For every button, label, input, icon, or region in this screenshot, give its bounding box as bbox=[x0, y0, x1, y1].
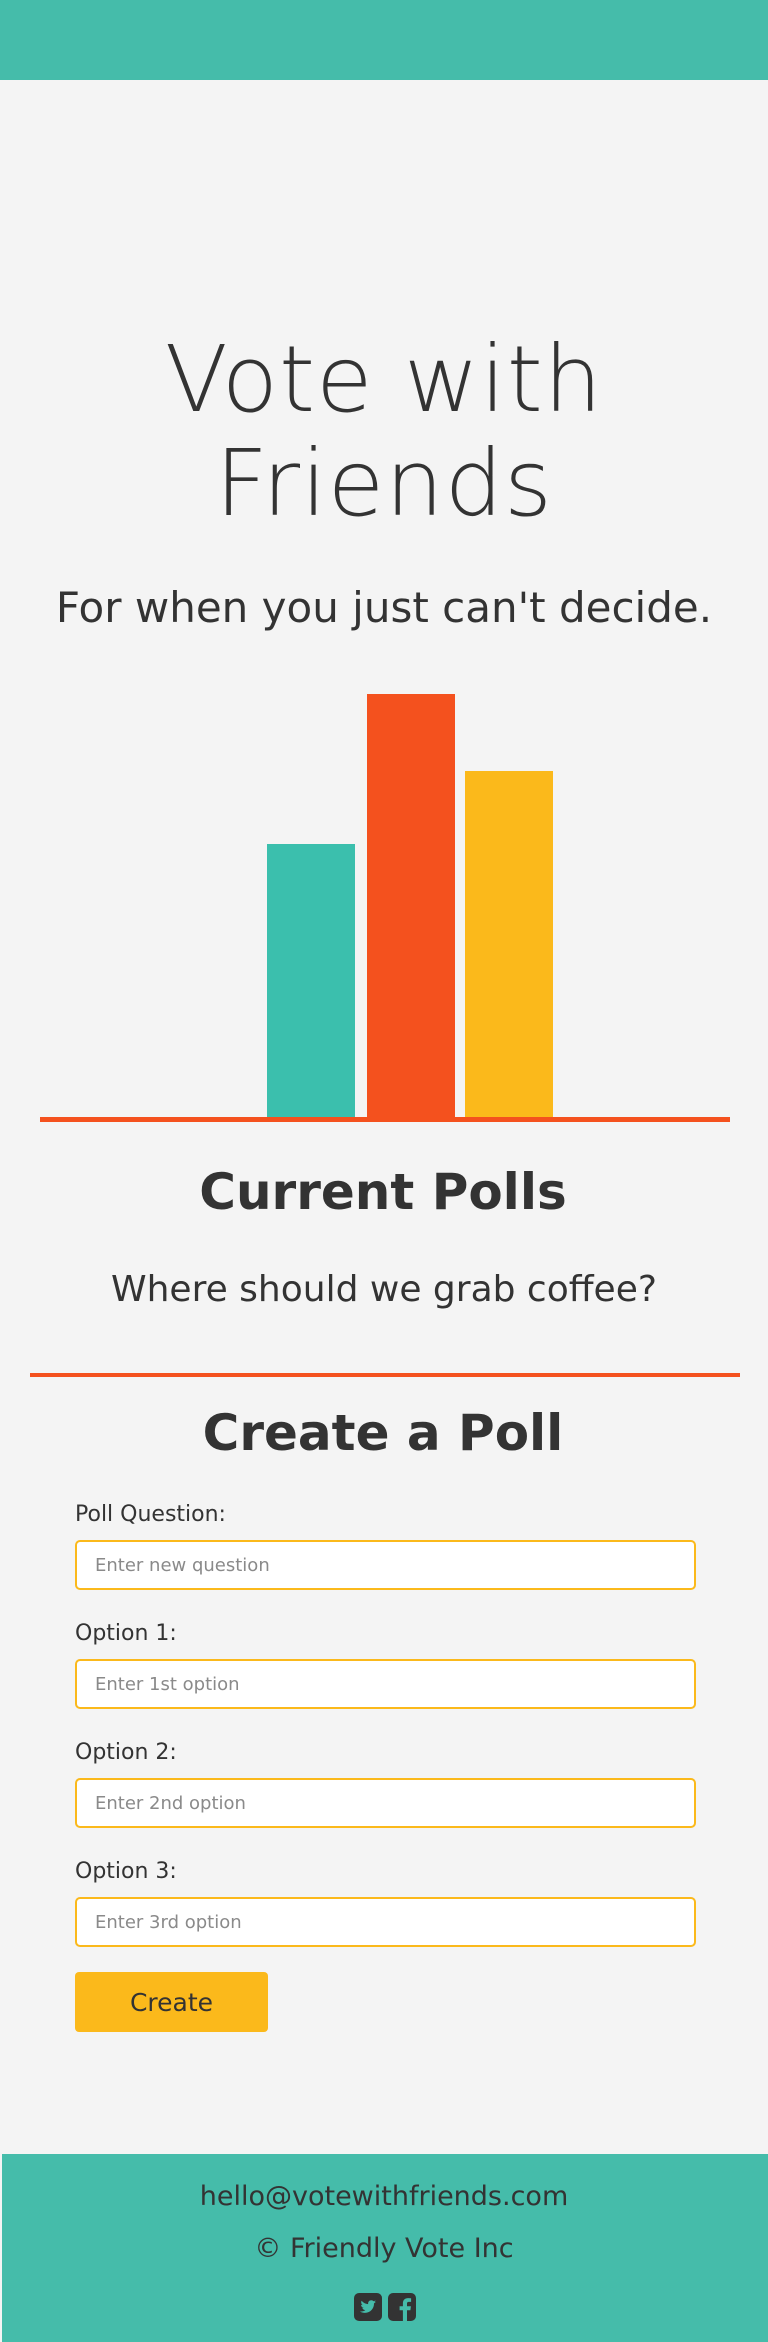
hero-bar-orange bbox=[367, 694, 455, 1122]
hero-baseline bbox=[40, 1117, 730, 1122]
facebook-icon[interactable] bbox=[388, 2293, 416, 2321]
hero-subtitle: For when you just can't decide. bbox=[55, 583, 713, 632]
option-3-input[interactable] bbox=[75, 1897, 696, 1947]
poll-question-label: Poll Question: bbox=[75, 1502, 226, 1527]
hero-bar-yellow bbox=[465, 771, 553, 1122]
poll-link-coffee[interactable]: Where should we grab coffee? bbox=[0, 1263, 768, 1317]
section-divider bbox=[30, 1373, 740, 1377]
option-2-label: Option 2: bbox=[75, 1740, 177, 1765]
hero-bar-teal bbox=[267, 844, 355, 1122]
option-1-label: Option 1: bbox=[75, 1621, 177, 1646]
hero-title-line-2: Friends bbox=[215, 430, 553, 537]
create-poll-button[interactable]: Create bbox=[75, 1972, 268, 2032]
option-1-input[interactable] bbox=[75, 1659, 696, 1709]
top-bar bbox=[0, 0, 768, 80]
hero-title: Vote with Friends bbox=[0, 328, 768, 536]
option-2-input[interactable] bbox=[75, 1778, 696, 1828]
footer-email-link[interactable]: hello@votewithfriends.com bbox=[0, 2178, 768, 2216]
hero-title-line-1: Vote with bbox=[164, 326, 604, 433]
current-polls-title: Current Polls bbox=[199, 1163, 567, 1221]
twitter-icon[interactable] bbox=[354, 2293, 382, 2321]
poll-question-input[interactable] bbox=[75, 1540, 696, 1590]
option-3-label: Option 3: bbox=[75, 1859, 177, 1884]
create-poll-title: Create a Poll bbox=[202, 1404, 564, 1462]
footer-copyright: © Friendly Vote Inc bbox=[254, 2233, 514, 2264]
